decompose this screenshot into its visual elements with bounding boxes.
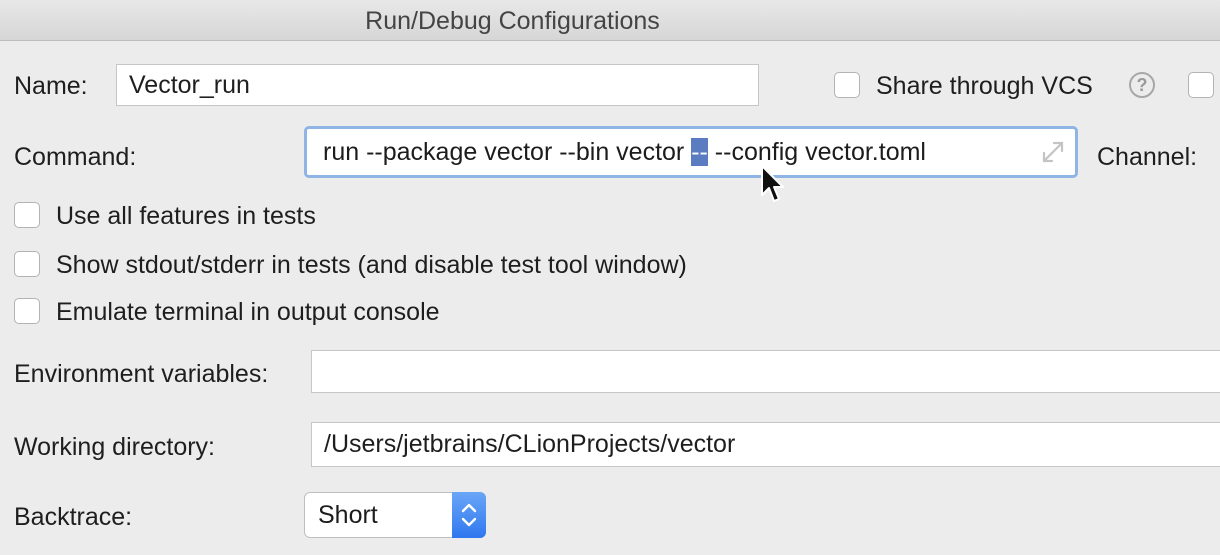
channel-label: Channel: xyxy=(1097,143,1198,171)
show-stdout-checkbox[interactable] xyxy=(14,251,40,277)
window-titlebar: Run/Debug Configurations xyxy=(0,0,1220,41)
window-title: Run/Debug Configurations xyxy=(365,7,660,35)
workdir-label: Working directory: xyxy=(14,433,215,461)
use-all-features-checkbox[interactable] xyxy=(14,202,40,228)
emulate-terminal-checkbox[interactable] xyxy=(14,298,40,324)
expand-diagonal-icon[interactable] xyxy=(1039,138,1067,166)
command-label: Command: xyxy=(14,143,137,171)
workdir-value: /Users/jetbrains/CLionProjects/vector xyxy=(324,430,736,458)
use-all-features-label: Use all features in tests xyxy=(56,202,316,230)
help-glyph: ? xyxy=(1136,75,1148,95)
command-text-after: --config vector.toml xyxy=(707,138,926,166)
backtrace-value: Short xyxy=(318,501,378,529)
share-vcs-label: Share through VCS xyxy=(876,72,1093,100)
command-selection: -- xyxy=(691,138,708,166)
show-stdout-label: Show stdout/stderr in tests (and disable… xyxy=(56,251,687,279)
emulate-terminal-label: Emulate terminal in output console xyxy=(56,298,440,326)
question-circle-icon[interactable]: ? xyxy=(1129,72,1155,98)
name-label: Name: xyxy=(14,72,88,100)
up-down-chevron-icon[interactable] xyxy=(452,492,486,538)
extra-checkbox[interactable] xyxy=(1188,72,1214,98)
env-vars-input[interactable] xyxy=(311,350,1220,393)
command-text: run --package vector --bin vector -- --c… xyxy=(323,138,926,167)
name-input-value: Vector_run xyxy=(129,71,250,99)
command-text-before: run --package vector --bin vector xyxy=(323,138,692,166)
mouse-pointer-icon xyxy=(761,165,784,202)
backtrace-label: Backtrace: xyxy=(14,503,133,531)
command-input[interactable]: run --package vector --bin vector -- --c… xyxy=(304,126,1078,178)
name-input[interactable]: Vector_run xyxy=(116,64,759,106)
backtrace-select[interactable]: Short xyxy=(304,492,486,538)
share-vcs-checkbox[interactable] xyxy=(834,72,860,98)
env-vars-label: Environment variables: xyxy=(14,360,269,388)
workdir-input[interactable]: /Users/jetbrains/CLionProjects/vector xyxy=(311,422,1220,467)
